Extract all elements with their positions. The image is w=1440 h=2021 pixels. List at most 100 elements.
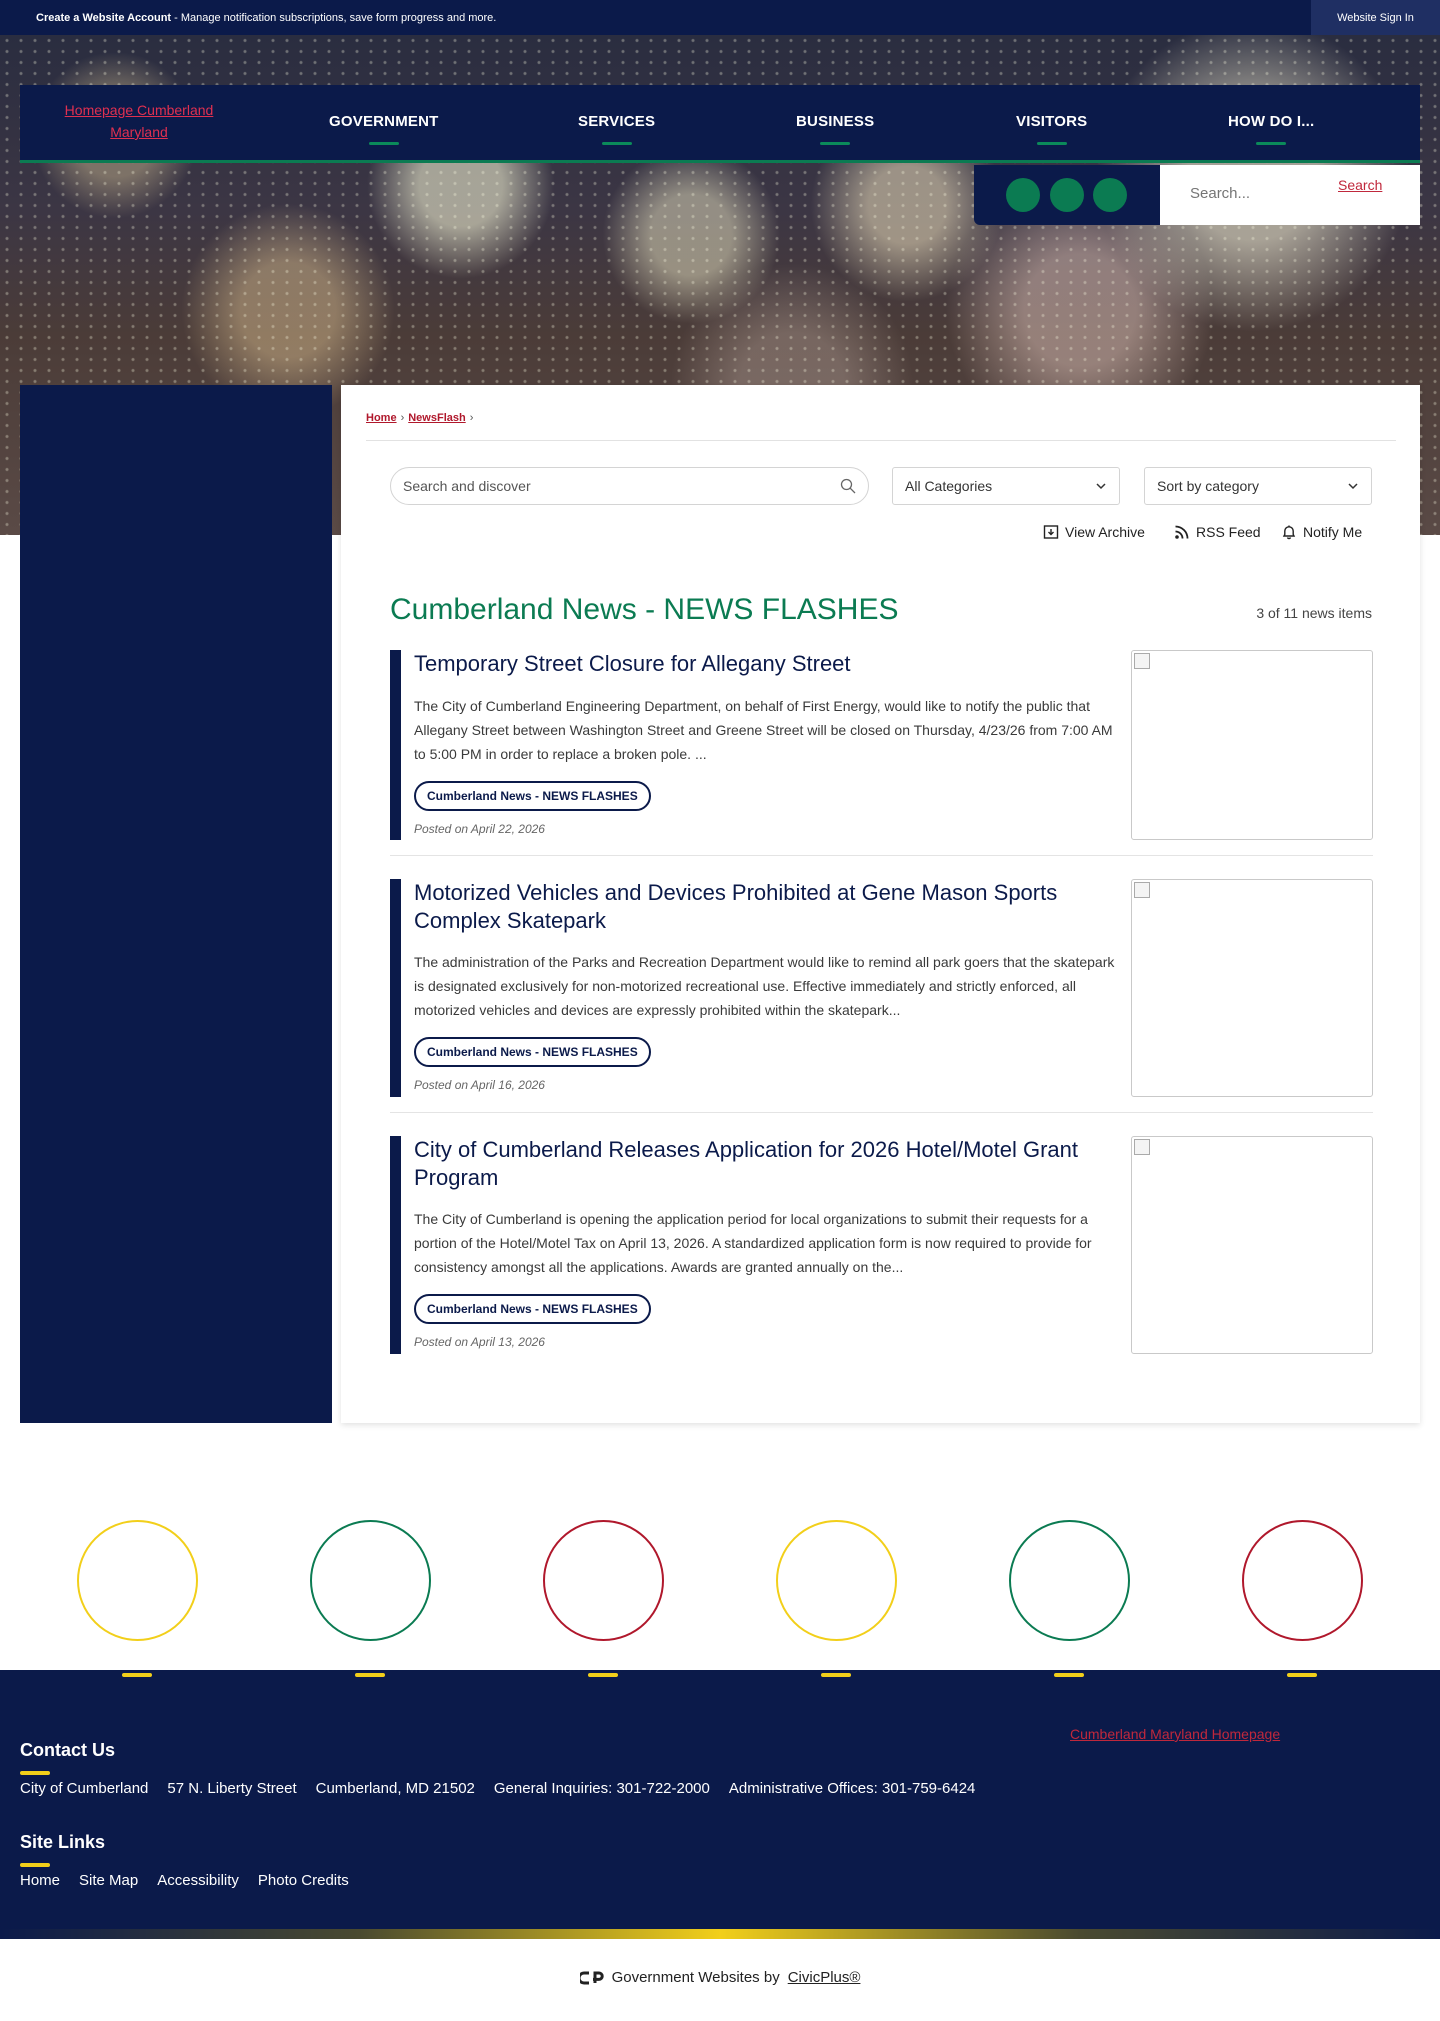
site-logo[interactable]: Homepage Cumberland Maryland: [44, 99, 234, 143]
news-item-summary: The City of Cumberland Engineering Depar…: [414, 698, 1113, 762]
content-panel: Home›NewsFlash› All Categories Sort by c…: [341, 385, 1420, 1423]
main-nav: Homepage Cumberland Maryland GOVERNMENT …: [20, 85, 1420, 163]
news-item-tag[interactable]: Cumberland News - NEWS FLASHES: [414, 781, 651, 811]
news-item-summary: The City of Cumberland is opening the ap…: [414, 1211, 1092, 1275]
quick-link-6[interactable]: [1242, 1520, 1363, 1641]
site-links: Home Site Map Accessibility Photo Credit…: [20, 1872, 349, 1889]
news-item-accent: [390, 879, 401, 1097]
contact-city: Cumberland, MD 21502: [315, 1780, 475, 1797]
quick-link-underline: [821, 1673, 851, 1677]
news-item: Temporary Street Closure for Allegany St…: [390, 650, 1373, 843]
broken-image-icon: [1134, 882, 1150, 898]
archive-icon: [1043, 525, 1059, 539]
social-icon-1[interactable]: [1006, 178, 1040, 212]
nav-how-do-i[interactable]: HOW DO I...: [1228, 113, 1314, 145]
contact-street: 57 N. Liberty Street: [167, 1780, 297, 1797]
quick-link-2[interactable]: [310, 1520, 431, 1641]
nav-government[interactable]: GOVERNMENT: [329, 113, 439, 145]
create-account-link[interactable]: Create a Website Account: [36, 12, 171, 24]
nav-business[interactable]: BUSINESS: [796, 113, 874, 145]
quick-link-underline: [355, 1673, 385, 1677]
search-icon[interactable]: [840, 478, 856, 494]
quick-link-underline: [122, 1673, 152, 1677]
site-search-input[interactable]: [1190, 185, 1340, 202]
sort-select-value: Sort by category: [1157, 478, 1259, 494]
news-item-date: Posted on April 22, 2026: [414, 822, 545, 836]
news-item: Motorized Vehicles and Devices Prohibite…: [390, 879, 1373, 1097]
nav-services[interactable]: SERVICES: [578, 113, 655, 145]
site-search: Search: [1160, 165, 1420, 225]
news-search: [390, 467, 869, 505]
chevron-down-icon: [1348, 483, 1358, 490]
rss-feed-link[interactable]: RSS Feed: [1174, 524, 1261, 540]
news-item-title[interactable]: Temporary Street Closure for Allegany St…: [414, 650, 1124, 678]
civicplus-link[interactable]: CivicPlus®: [788, 1969, 861, 1986]
news-item-date: Posted on April 13, 2026: [414, 1335, 545, 1349]
quick-link-1[interactable]: [77, 1520, 198, 1641]
social-icon-3[interactable]: [1093, 178, 1127, 212]
account-promo: Create a Website Account - Manage notifi…: [36, 12, 496, 24]
social-icon-tray: [974, 165, 1160, 225]
notify-me-label: Notify Me: [1303, 524, 1363, 540]
footer-link-accessibility[interactable]: Accessibility: [157, 1872, 239, 1889]
bell-icon: [1282, 525, 1296, 540]
view-archive-link[interactable]: View Archive: [1043, 524, 1145, 540]
quick-link-5[interactable]: [1009, 1520, 1130, 1641]
quick-link-underline: [1054, 1673, 1084, 1677]
quick-link-underline: [1287, 1673, 1317, 1677]
breadcrumb-newsflash[interactable]: NewsFlash: [408, 412, 465, 424]
broken-image-icon: [1134, 653, 1150, 669]
news-item-title[interactable]: City of Cumberland Releases Application …: [414, 1136, 1124, 1192]
footer-accent-stripe: [0, 1929, 1440, 1939]
contact-general-phone[interactable]: General Inquiries: 301-722-2000: [494, 1780, 710, 1797]
contact-admin-phone[interactable]: Administrative Offices: 301-759-6424: [729, 1780, 976, 1797]
notify-me-link[interactable]: Notify Me: [1281, 524, 1362, 540]
page-title: Cumberland News - NEWS FLASHES: [390, 593, 899, 626]
news-item-thumbnail[interactable]: [1131, 1136, 1373, 1354]
nav-visitors[interactable]: VISITORS: [1016, 113, 1087, 145]
powered-by: Government Websites by CivicPlus®: [0, 1969, 1440, 1986]
contact-name: City of Cumberland: [20, 1780, 149, 1797]
breadcrumb-home[interactable]: Home: [366, 412, 397, 424]
news-item-thumbnail[interactable]: [1131, 650, 1373, 840]
footer-link-photo-credits[interactable]: Photo Credits: [258, 1872, 349, 1889]
footer-link-site-map[interactable]: Site Map: [79, 1872, 138, 1889]
contact-heading: Contact Us: [20, 1740, 115, 1775]
chevron-down-icon: [1096, 483, 1106, 490]
news-item-tag[interactable]: Cumberland News - NEWS FLASHES: [414, 1037, 651, 1067]
site-search-button[interactable]: Search: [1338, 177, 1382, 193]
account-promo-desc: - Manage notification subscriptions, sav…: [171, 12, 497, 24]
news-item-summary: The administration of the Parks and Recr…: [414, 954, 1115, 1018]
sort-select[interactable]: Sort by category: [1144, 467, 1372, 505]
broken-image-icon: [1134, 1139, 1150, 1155]
news-item-thumbnail[interactable]: [1131, 879, 1373, 1097]
breadcrumb: Home › NewsFlash ›: [366, 412, 477, 424]
quick-link-4[interactable]: [776, 1520, 897, 1641]
site-links-heading: Site Links: [20, 1832, 105, 1867]
news-divider: [390, 1112, 1373, 1113]
news-item-accent: [390, 1136, 401, 1354]
news-item-date: Posted on April 16, 2026: [414, 1078, 545, 1092]
powered-by-text: Government Websites by: [611, 1969, 780, 1986]
rss-icon: [1175, 525, 1189, 539]
view-archive-label: View Archive: [1065, 524, 1145, 540]
quick-link-underline: [588, 1673, 618, 1677]
news-count: 3 of 11 news items: [1256, 605, 1372, 621]
site-footer: Contact Us City of Cumberland 57 N. Libe…: [0, 1670, 1440, 1939]
website-sign-in-button[interactable]: Website Sign In: [1311, 0, 1440, 35]
news-item-title[interactable]: Motorized Vehicles and Devices Prohibite…: [414, 879, 1124, 935]
category-select-value: All Categories: [905, 478, 993, 494]
quick-link-3[interactable]: [543, 1520, 664, 1641]
breadcrumb-separator: ›: [469, 412, 474, 424]
news-search-input[interactable]: [403, 478, 803, 494]
social-icon-2[interactable]: [1050, 178, 1084, 212]
utility-bar: Create a Website Account - Manage notifi…: [0, 0, 1440, 35]
news-item-accent: [390, 650, 401, 840]
footer-logo[interactable]: Cumberland Maryland Homepage: [1070, 1726, 1280, 1742]
category-select[interactable]: All Categories: [892, 467, 1120, 505]
sidebar-panel: [20, 385, 332, 1423]
rss-feed-label: RSS Feed: [1196, 524, 1261, 540]
footer-link-home[interactable]: Home: [20, 1872, 60, 1889]
civicplus-logo-icon: [579, 1971, 604, 1984]
news-item-tag[interactable]: Cumberland News - NEWS FLASHES: [414, 1294, 651, 1324]
